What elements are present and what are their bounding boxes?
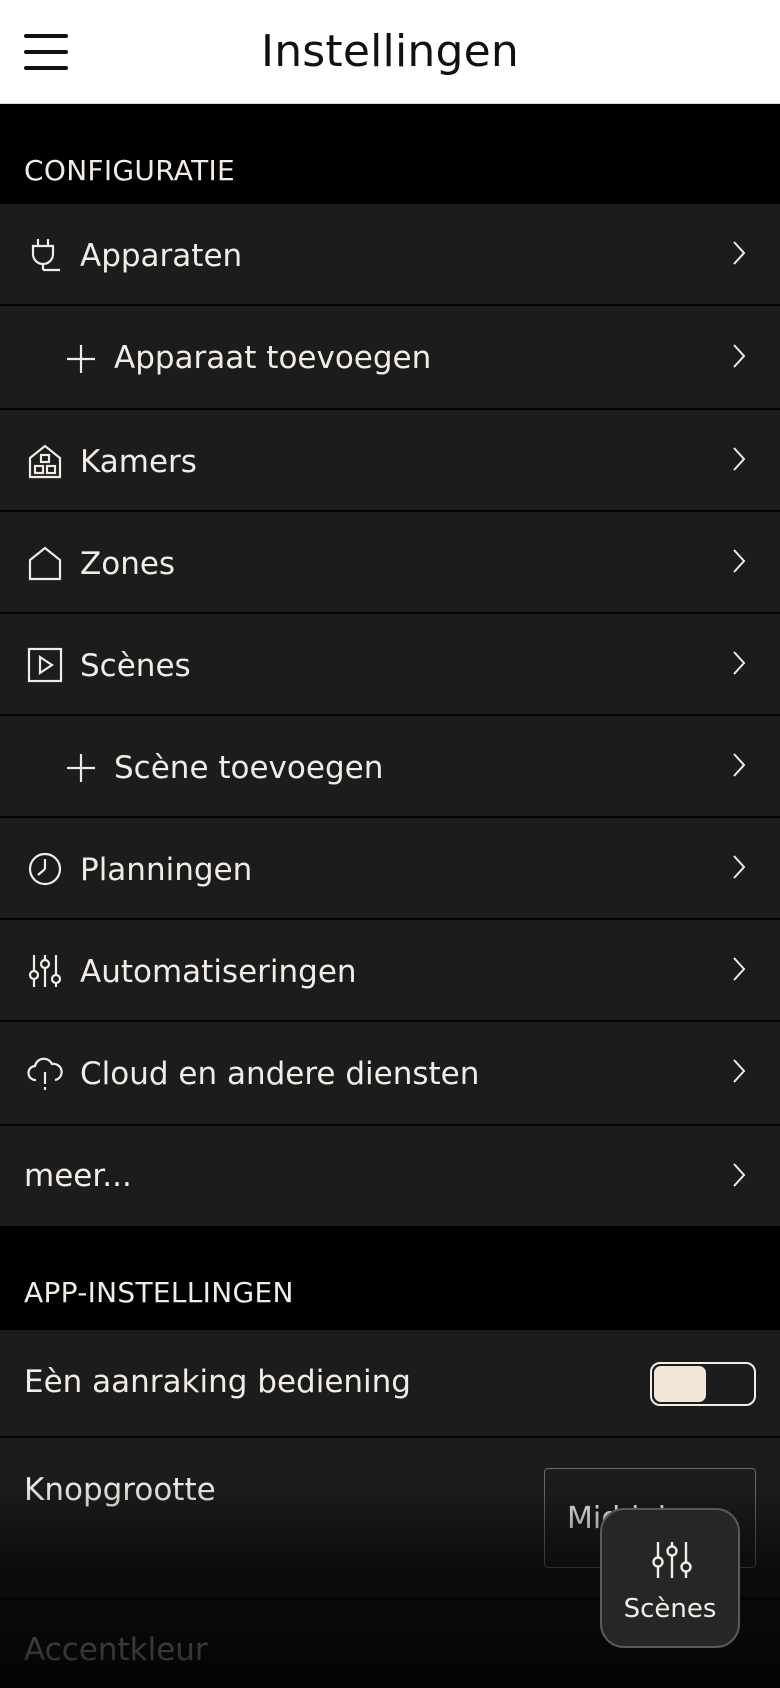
section-app-instellingen: APP-INSTELLINGEN xyxy=(0,1226,780,1330)
settings-item-scene-toevoegen[interactable]: Scène toevoegen xyxy=(0,716,780,818)
rooms-house-icon xyxy=(26,442,64,480)
chevron-right-icon xyxy=(732,548,746,574)
chevron-right-icon xyxy=(732,343,746,369)
fab-label: Scènes xyxy=(623,1594,717,1624)
settings-item-automatiseringen[interactable]: Automatiseringen xyxy=(0,920,780,1022)
settings-item-kamers[interactable]: Kamers xyxy=(0,410,780,512)
item-label: Kamers xyxy=(80,444,197,480)
section-configuratie: CONFIGURATIE xyxy=(0,104,780,204)
scenes-fab-button[interactable]: Scènes xyxy=(600,1508,740,1648)
item-label: Scènes xyxy=(80,648,191,684)
chevron-right-icon xyxy=(732,650,746,676)
chevron-right-icon xyxy=(732,1162,746,1188)
section-title: APP-INSTELLINGEN xyxy=(24,1276,294,1309)
home-outline-icon xyxy=(26,544,64,582)
settings-item-zones[interactable]: Zones xyxy=(0,512,780,614)
item-label: Zones xyxy=(80,546,176,582)
section-title: CONFIGURATIE xyxy=(24,154,236,187)
item-label: Scène toevoegen xyxy=(114,750,384,786)
sliders-icon xyxy=(650,1538,694,1582)
chevron-right-icon xyxy=(732,854,746,880)
plus-icon xyxy=(62,340,100,378)
settings-item-planningen[interactable]: Planningen xyxy=(0,818,780,920)
toggle-knob xyxy=(654,1366,706,1402)
setting-label: Knopgrootte xyxy=(24,1472,216,1508)
cloud-icon xyxy=(26,1054,64,1092)
chevron-right-icon xyxy=(732,240,746,266)
settings-item-cloud[interactable]: Cloud en andere diensten xyxy=(0,1022,780,1126)
settings-item-meer[interactable]: meer... xyxy=(0,1126,780,1226)
item-label: Automatiseringen xyxy=(80,954,357,990)
sliders-icon xyxy=(26,952,64,990)
chevron-right-icon xyxy=(732,446,746,472)
one-touch-toggle[interactable] xyxy=(650,1362,756,1406)
page-title: Instellingen xyxy=(261,26,519,77)
settings-page: Instellingen CONFIGURATIE Apparaten Appa… xyxy=(0,0,780,1688)
plus-icon xyxy=(62,749,100,787)
chevron-right-icon xyxy=(732,956,746,982)
chevron-right-icon xyxy=(732,1058,746,1084)
settings-item-scenes[interactable]: Scènes xyxy=(0,614,780,716)
clock-icon xyxy=(26,850,64,888)
settings-item-apparaat-toevoegen[interactable]: Apparaat toevoegen xyxy=(0,306,780,410)
item-label: Apparaten xyxy=(80,238,243,274)
play-square-icon xyxy=(26,646,64,684)
item-label: meer... xyxy=(24,1158,132,1194)
app-header: Instellingen xyxy=(0,0,780,104)
settings-item-apparaten[interactable]: Apparaten xyxy=(0,204,780,306)
setting-label: Eèn aanraking bediening xyxy=(24,1364,411,1400)
item-label: Cloud en andere diensten xyxy=(80,1056,480,1092)
plug-icon xyxy=(26,236,64,274)
setting-label: Accentkleur xyxy=(24,1632,208,1668)
chevron-right-icon xyxy=(732,752,746,778)
item-label: Apparaat toevoegen xyxy=(114,340,432,376)
setting-one-touch: Eèn aanraking bediening xyxy=(0,1330,780,1438)
item-label: Planningen xyxy=(80,852,253,888)
